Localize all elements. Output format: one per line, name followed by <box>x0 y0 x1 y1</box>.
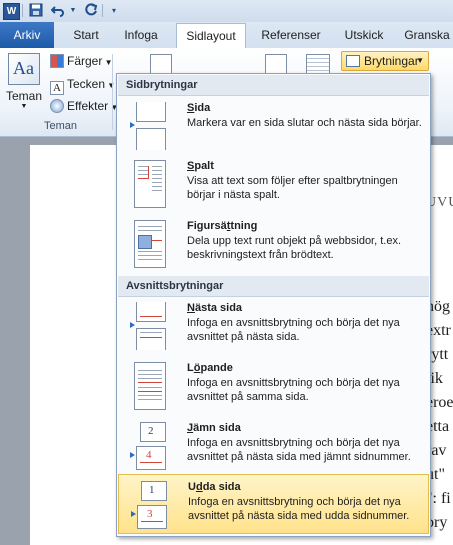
theme-effects-icon <box>50 99 64 113</box>
save-icon[interactable] <box>28 3 44 18</box>
text-wrapping-icon <box>130 220 168 268</box>
menu-item-even-page[interactable]: 2 4 Jämn sida Infoga en avsnittsbrytning… <box>118 416 429 476</box>
word-logo-icon[interactable]: W <box>3 3 20 20</box>
undo-icon[interactable] <box>50 3 66 18</box>
next-page-break-icon <box>130 302 168 350</box>
chevron-down-icon: ▼ <box>102 58 113 67</box>
menu-item-title: Spalt <box>187 160 214 172</box>
menu-item-title: Jämn sida <box>187 422 241 434</box>
theme-colors-icon <box>50 54 64 68</box>
quick-access-toolbar: W ▼ ▾ <box>0 0 453 22</box>
continuous-break-icon <box>130 362 168 410</box>
tab-referenser[interactable]: Referenser <box>256 22 326 48</box>
column-break-icon <box>130 160 168 208</box>
menu-item-desc: Infoga en avsnittsbrytning och börja det… <box>187 377 400 403</box>
qat-separator <box>22 4 23 17</box>
chevron-down-icon: ▼ <box>105 81 116 90</box>
theme-fonts-label: Tecken <box>67 77 106 91</box>
themes-button[interactable]: Aa Teman ▼ <box>6 53 42 113</box>
section-header-page-breaks: Sidbrytningar <box>118 75 429 96</box>
menu-item-column-break[interactable]: Spalt Visa att text som följer efter spa… <box>118 154 429 214</box>
theme-colors-button[interactable]: Färger ▼ <box>50 54 112 68</box>
theme-fonts-icon: A <box>50 81 64 95</box>
redo-icon[interactable] <box>83 3 99 18</box>
theme-colors-label: Färger <box>67 54 103 68</box>
section-header-section-breaks: Avsnittsbrytningar <box>118 276 429 297</box>
tab-granska[interactable]: Granska <box>397 22 453 48</box>
qat-separator <box>102 4 103 17</box>
tab-start[interactable]: Start <box>66 22 106 48</box>
chevron-down-icon: ▼ <box>416 56 424 65</box>
menu-item-title: Sida <box>187 102 211 114</box>
themes-icon: Aa <box>8 53 40 85</box>
odd-page-break-icon: 1 3 <box>131 481 169 529</box>
customize-qat-icon[interactable]: ▾ <box>106 3 122 18</box>
menu-item-desc: Infoga en avsnittsbrytning och börja det… <box>187 437 411 463</box>
tab-infoga[interactable]: Infoga <box>118 22 164 48</box>
undo-dropdown-icon[interactable]: ▼ <box>65 3 81 18</box>
breaks-button[interactable]: Brytningar ▼ <box>341 51 429 71</box>
menu-item-desc: Visa att text som följer efter spaltbryt… <box>187 175 398 201</box>
menu-item-title: Figursättning <box>187 220 258 232</box>
themes-label: Teman <box>6 89 43 103</box>
menu-item-desc: Infoga en avsnittsbrytning och börja det… <box>188 496 410 522</box>
breaks-icon <box>346 55 360 67</box>
group-divider <box>112 54 113 130</box>
menu-item-title: Löpande <box>187 362 233 374</box>
menu-item-continuous[interactable]: Löpande Infoga en avsnittsbrytning och b… <box>118 356 429 416</box>
chevron-down-icon: ▼ <box>20 103 28 110</box>
even-page-break-icon: 2 4 <box>130 422 168 470</box>
menu-item-title: Nästa sida <box>187 302 243 314</box>
tab-utskick[interactable]: Utskick <box>340 22 388 48</box>
menu-item-odd-page[interactable]: 1 3 Udda sida Infoga en avsnittsbrytning… <box>118 474 429 534</box>
page-break-icon <box>130 102 168 150</box>
breaks-menu: Sidbrytningar Sida Markera var en sida s… <box>116 73 431 537</box>
menu-item-page-break[interactable]: Sida Markera var en sida slutar och näst… <box>118 96 429 156</box>
menu-item-desc: Dela upp text runt objekt på webbsidor, … <box>187 235 402 261</box>
theme-effects-button[interactable]: Effekter ▼ <box>50 99 118 113</box>
theme-effects-label: Effekter <box>67 99 109 113</box>
breaks-label: Brytningar <box>364 54 419 68</box>
menu-item-desc: Markera var en sida slutar och nästa sid… <box>187 117 422 129</box>
menu-item-next-page[interactable]: Nästa sida Infoga en avsnittsbrytning oc… <box>118 296 429 356</box>
theme-fonts-button[interactable]: A Tecken ▼ <box>50 77 115 95</box>
tab-sidlayout[interactable]: Sidlayout <box>176 23 246 49</box>
ribbon-tabs: Arkiv Start Infoga Sidlayout Referenser … <box>0 22 453 49</box>
group-label-teman: Teman <box>44 120 78 132</box>
menu-item-desc: Infoga en avsnittsbrytning och börja det… <box>187 317 400 343</box>
menu-item-title: Udda sida <box>188 481 241 493</box>
tab-arkiv[interactable]: Arkiv <box>0 22 54 48</box>
menu-item-text-wrapping[interactable]: Figursättning Dela upp text runt objekt … <box>118 214 429 274</box>
